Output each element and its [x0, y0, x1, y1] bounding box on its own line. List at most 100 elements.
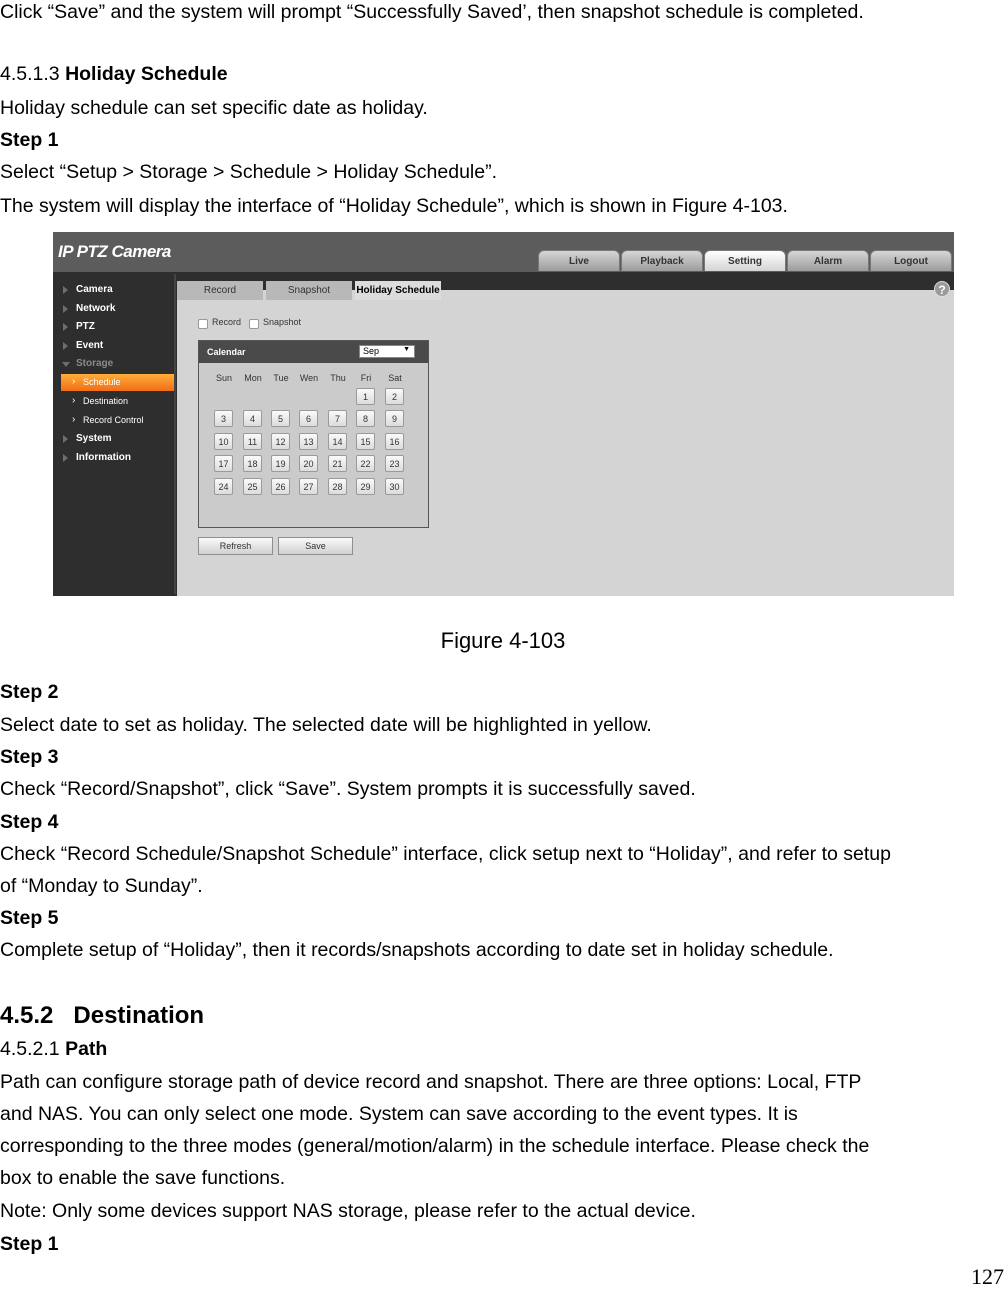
calendar-day[interactable]: 7 — [328, 410, 347, 427]
calendar-day[interactable]: 22 — [356, 455, 375, 472]
nav-tab-setting[interactable]: Setting — [704, 250, 786, 271]
nav-tab-live[interactable]: Live — [538, 250, 620, 271]
caret-right-icon — [63, 323, 68, 331]
sidebar-item-network[interactable]: Network — [53, 301, 176, 318]
main-nav: Live Playback Setting Alarm Logout — [538, 250, 952, 271]
intro-line: Click “Save” and the system will prompt … — [0, 1, 864, 23]
sidebar: Camera Network PTZ Event Storage › Sched… — [53, 272, 176, 596]
nav-tab-logout[interactable]: Logout — [870, 250, 952, 271]
step-2-text: Select date to set as holiday. The selec… — [0, 714, 652, 736]
section-heading-452: 4.5.2 Destination — [0, 1004, 204, 1028]
calendar-day[interactable]: 30 — [385, 478, 404, 495]
calendar-day[interactable]: 11 — [243, 433, 262, 450]
step-5-text: Complete setup of “Holiday”, then it rec… — [0, 939, 834, 961]
weekday-header: Wen — [299, 373, 319, 383]
calendar-day[interactable]: 16 — [385, 433, 404, 450]
sidebar-item-label: Network — [76, 303, 116, 314]
save-button[interactable]: Save — [278, 537, 353, 555]
calendar-day[interactable]: 20 — [299, 455, 318, 472]
calendar-day[interactable]: 19 — [271, 455, 290, 472]
step-1-label: Step 1 — [0, 129, 59, 151]
weekday-header: Thu — [330, 373, 346, 383]
step-1-text-2: The system will display the interface of… — [0, 195, 788, 217]
calendar-day[interactable]: 18 — [243, 455, 262, 472]
calendar-day[interactable]: 29 — [356, 478, 375, 495]
path-paragraph-line: box to enable the save functions. — [0, 1167, 286, 1189]
sidebar-item-camera[interactable]: Camera — [53, 282, 176, 299]
description: Holiday schedule can set specific date a… — [0, 97, 428, 119]
sub-tab-record[interactable]: Record — [177, 281, 263, 300]
sidebar-item-storage[interactable]: Storage — [53, 356, 176, 373]
calendar-day[interactable]: 2 — [385, 388, 404, 405]
sidebar-item-system[interactable]: System — [53, 431, 176, 448]
sidebar-item-label: Storage — [76, 358, 114, 369]
calendar-day[interactable]: 15 — [356, 433, 375, 450]
chevron-right-icon: › — [72, 395, 76, 406]
section-number: 4.5.1.3 — [0, 63, 60, 85]
section-title: Path — [65, 1038, 108, 1060]
calendar-day[interactable]: 10 — [214, 433, 233, 450]
calendar-day[interactable]: 4 — [243, 410, 262, 427]
app-header: IP PTZ Camera Live Playback Setting Alar… — [53, 232, 954, 272]
section-number: 4.5.2.1 — [0, 1038, 60, 1060]
step-1b-label: Step 1 — [0, 1233, 59, 1255]
section-number: 4.5.2 — [0, 1002, 54, 1029]
weekday-header: Tue — [273, 373, 289, 383]
calendar-day[interactable]: 1 — [356, 388, 375, 405]
sub-tab-snapshot[interactable]: Snapshot — [266, 281, 352, 300]
chevron-right-icon: › — [72, 376, 76, 387]
calendar-day[interactable]: 27 — [299, 478, 318, 495]
sidebar-subitem-label: Destination — [83, 396, 129, 406]
step-1-text: Select “Setup > Storage > Schedule > Hol… — [0, 161, 498, 183]
step-3-label: Step 3 — [0, 746, 59, 768]
calendar-day[interactable]: 9 — [385, 410, 404, 427]
sidebar-item-label: Camera — [76, 284, 113, 295]
weekday-header: Sun — [215, 373, 232, 383]
step-3-text: Check “Record/Snapshot”, click “Save”. S… — [0, 778, 696, 800]
step-4-text-line-1: Check “Record Schedule/Snapshot Schedule… — [0, 843, 891, 865]
calendar-day[interactable]: 24 — [214, 478, 233, 495]
calendar-day[interactable]: 12 — [271, 433, 290, 450]
month-select-value: Sep — [363, 346, 380, 356]
caret-right-icon — [63, 454, 68, 462]
nav-tab-alarm[interactable]: Alarm — [787, 250, 869, 271]
page-number: 127 — [971, 1264, 1004, 1289]
sidebar-scrollbar[interactable] — [174, 274, 176, 594]
sidebar-subitem-record-control[interactable]: › Record Control — [61, 412, 176, 429]
nav-tab-playback[interactable]: Playback — [621, 250, 703, 271]
calendar-day[interactable]: 28 — [328, 478, 347, 495]
path-paragraph-line: Path can configure storage path of devic… — [0, 1071, 862, 1093]
weekday-header: Sat — [388, 373, 402, 383]
calendar-day[interactable]: 26 — [271, 478, 290, 495]
calendar-day[interactable]: 21 — [328, 455, 347, 472]
help-icon[interactable]: ? — [934, 281, 950, 297]
calendar-day[interactable]: 3 — [214, 410, 233, 427]
calendar-day[interactable]: 23 — [385, 455, 404, 472]
calendar-day[interactable]: 17 — [214, 455, 233, 472]
path-paragraph-line: corresponding to the three modes (genera… — [0, 1135, 870, 1157]
snapshot-checkbox-label: Snapshot — [263, 317, 302, 327]
chevron-right-icon: › — [72, 414, 76, 425]
sidebar-item-event[interactable]: Event — [53, 338, 176, 355]
step-4-label: Step 4 — [0, 811, 59, 833]
step-4-text-line-2: of “Monday to Sunday”. — [0, 875, 203, 897]
sidebar-item-ptz[interactable]: PTZ — [53, 319, 176, 336]
sidebar-subitem-destination[interactable]: › Destination — [61, 393, 176, 410]
calendar-title: Calendar — [207, 347, 246, 357]
record-checkbox-label: Record — [212, 317, 242, 327]
record-checkbox[interactable] — [198, 319, 208, 329]
calendar-day[interactable]: 13 — [299, 433, 318, 450]
sidebar-item-information[interactable]: Information — [53, 450, 176, 467]
caret-right-icon — [63, 435, 68, 443]
refresh-button[interactable]: Refresh — [198, 537, 273, 555]
sidebar-subitem-schedule[interactable]: › Schedule — [61, 374, 176, 391]
month-select[interactable]: Sep ▼ — [359, 345, 415, 358]
sub-tab-holiday-schedule[interactable]: Holiday Schedule — [355, 281, 441, 300]
snapshot-checkbox[interactable] — [249, 319, 259, 329]
calendar-day[interactable]: 14 — [328, 433, 347, 450]
calendar-day[interactable]: 25 — [243, 478, 262, 495]
calendar-day[interactable]: 8 — [356, 410, 375, 427]
caret-down-icon — [62, 362, 70, 367]
calendar-day[interactable]: 6 — [299, 410, 318, 427]
calendar-day[interactable]: 5 — [271, 410, 290, 427]
